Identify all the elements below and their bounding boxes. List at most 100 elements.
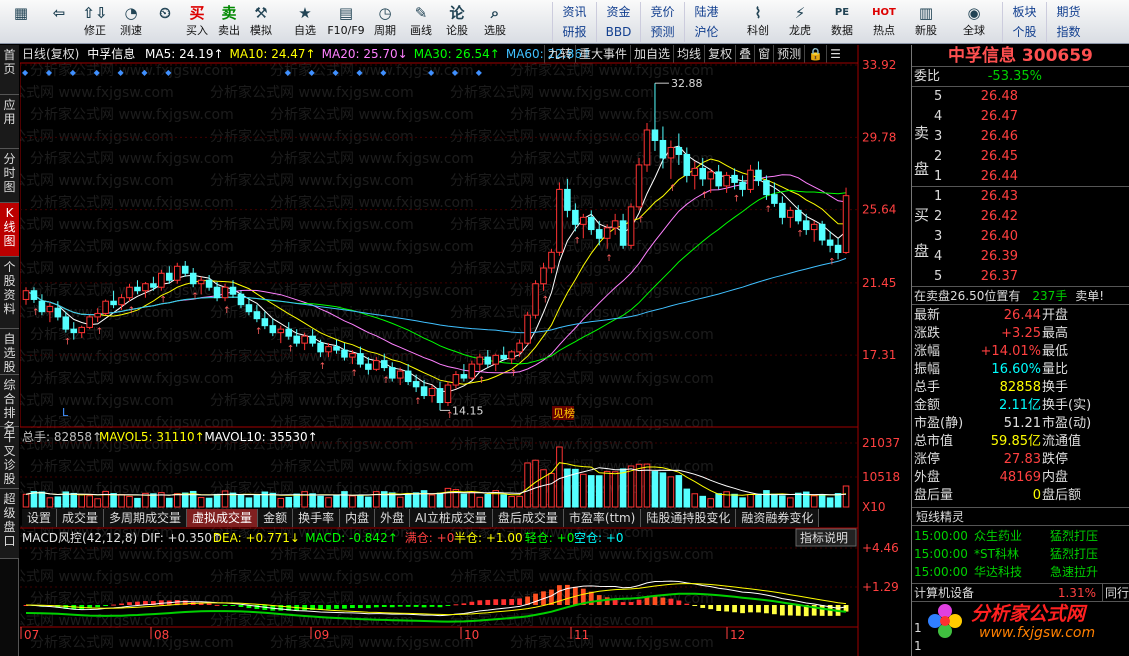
- candle[interactable]: [810, 220, 818, 242]
- toolbar-data-button[interactable]: PE 数据: [822, 2, 862, 42]
- event-marker-icon[interactable]: ◆: [118, 68, 125, 77]
- sprite-row[interactable]: 15:00:00 华达科技 急速拉升: [912, 564, 1129, 580]
- book-row[interactable]: 5 26.48: [934, 87, 1124, 107]
- book-row[interactable]: 2 26.42: [934, 207, 1124, 227]
- indicator-tab-3[interactable]: 虚拟成交量: [187, 509, 259, 527]
- candle[interactable]: [524, 311, 531, 345]
- toolbar-updown-button[interactable]: ⇧⇩ 修正: [78, 2, 112, 42]
- candle[interactable]: [842, 187, 850, 255]
- toolbar-grid-item[interactable]: 指数: [1046, 22, 1090, 42]
- candle[interactable]: [707, 168, 714, 193]
- candle[interactable]: [173, 262, 181, 284]
- event-marker-icon[interactable]: ◆: [428, 68, 435, 77]
- event-marker-icon[interactable]: ◆: [452, 68, 459, 77]
- toolbar-grid-item[interactable]: BBD: [596, 22, 640, 42]
- candle[interactable]: ↑: [667, 140, 676, 194]
- book-row[interactable]: 1 26.44: [934, 167, 1124, 187]
- toolbar-period-button[interactable]: ◷ 周期: [368, 2, 402, 42]
- candle[interactable]: [181, 261, 189, 277]
- indicator-tab-12[interactable]: 融资融券变化: [736, 509, 820, 527]
- indicator-tab-9[interactable]: 盘后成交量: [492, 509, 564, 527]
- candle[interactable]: [643, 123, 651, 172]
- candle[interactable]: [834, 238, 842, 260]
- toolbar-hot-button[interactable]: HOT 热点: [864, 2, 904, 42]
- event-marker-icon[interactable]: ◆: [476, 68, 483, 77]
- toolbar-speed-button[interactable]: ◔ 测速: [114, 2, 148, 42]
- candle[interactable]: [818, 220, 826, 246]
- indicator-tab-5[interactable]: 换手率: [293, 509, 341, 527]
- candle[interactable]: ↑: [794, 205, 804, 239]
- candle[interactable]: [627, 203, 635, 249]
- event-marker-icon[interactable]: ◆: [70, 68, 77, 77]
- toolbar-f10-button[interactable]: ▤ F10/F9: [326, 2, 366, 42]
- toolbar-grid-item[interactable]: 板块: [1002, 2, 1046, 22]
- indicator-tab-10[interactable]: 市盈率(ttm): [563, 509, 642, 527]
- indicator-tab-0[interactable]: 设置: [22, 509, 58, 527]
- toolbar-star-market-button[interactable]: ⌇ 科创: [738, 2, 778, 42]
- event-marker-icon[interactable]: ◆: [333, 68, 340, 77]
- toolbar-globe-button[interactable]: ◉ 全球: [954, 2, 994, 42]
- sidebar-tab-1[interactable]: 应用: [0, 95, 19, 149]
- indicator-tab-4[interactable]: 金额: [258, 509, 294, 527]
- help-button[interactable]: 指标说明: [800, 530, 848, 545]
- candle[interactable]: [492, 353, 500, 372]
- toolbar-new-stock-button[interactable]: ▥ 新股: [906, 2, 946, 42]
- indicator-tab-11[interactable]: 陆股通持股变化: [641, 509, 737, 527]
- event-marker-icon[interactable]: ◆: [309, 68, 316, 77]
- toolbar-grid-item[interactable]: 陆港: [684, 2, 728, 22]
- candle[interactable]: [532, 280, 539, 319]
- toolbar-grid-item[interactable]: 资讯: [552, 2, 596, 22]
- sidebar-tab-8[interactable]: 超级盘口: [0, 489, 19, 559]
- sprite-row[interactable]: 15:00:00 *ST科林 猛烈打压: [912, 546, 1129, 562]
- toolbar-grid-item[interactable]: 个股: [1002, 22, 1046, 42]
- book-row[interactable]: 3 26.46: [934, 127, 1124, 147]
- indicator-tab-8[interactable]: AI立桩成交量: [410, 509, 493, 527]
- sidebar-tab-0[interactable]: 首页: [0, 45, 19, 95]
- book-row[interactable]: 1 26.43: [934, 187, 1124, 207]
- candle[interactable]: [22, 287, 30, 305]
- toolbar-grid-item[interactable]: 预测: [640, 22, 684, 42]
- candle[interactable]: [86, 315, 93, 330]
- candle[interactable]: [404, 364, 412, 386]
- toolbar-dragon-tiger-button[interactable]: ⚡ 龙虎: [780, 2, 820, 42]
- toolbar-grid-item[interactable]: 竞价: [640, 2, 684, 22]
- toolbar-star-button[interactable]: ★ 自选: [286, 2, 324, 42]
- sidebar-tab-6[interactable]: 综合排名: [0, 375, 19, 434]
- toolbar-hammer-button[interactable]: ⚒ 模拟: [246, 2, 276, 42]
- event-marker-icon[interactable]: ◆: [356, 68, 363, 77]
- candle[interactable]: [428, 385, 436, 403]
- toolbar-grid-item[interactable]: 研报: [552, 22, 596, 42]
- candle[interactable]: [556, 182, 563, 256]
- toolbar-back-arrow-button[interactable]: ⇦: [42, 2, 76, 42]
- candle[interactable]: [715, 164, 722, 190]
- toolbar-buy-button[interactable]: 买买入: [182, 2, 212, 42]
- book-row[interactable]: 3 26.40: [934, 227, 1124, 247]
- toolbar-grid-item[interactable]: 期货: [1046, 2, 1090, 22]
- sidebar-tab-2[interactable]: 分时图: [0, 149, 19, 203]
- indicator-tab-1[interactable]: 成交量: [57, 509, 105, 527]
- book-row[interactable]: 4 26.39: [934, 247, 1124, 267]
- toolbar-discuss-button[interactable]: 论论股: [440, 2, 474, 42]
- candle[interactable]: ↑: [635, 157, 645, 225]
- toolbar-clock-button[interactable]: ⏲: [150, 2, 180, 42]
- sprite-row[interactable]: 15:00:00 众生药业 猛烈打压: [912, 528, 1129, 544]
- toolbar-select-stock-button[interactable]: ⌕ 选股: [476, 2, 514, 42]
- candle[interactable]: ↑: [826, 231, 836, 267]
- toolbar-grid-button[interactable]: ▦: [2, 2, 40, 42]
- event-marker-icon[interactable]: ◆: [380, 68, 387, 77]
- event-marker-icon[interactable]: ◆: [285, 68, 292, 77]
- candle[interactable]: [723, 171, 730, 193]
- toolbar-pen-button[interactable]: ✎ 画线: [404, 2, 438, 42]
- candle[interactable]: [102, 299, 109, 316]
- event-marker-icon[interactable]: ◆: [165, 68, 172, 77]
- sidebar-tab-4[interactable]: 个股资料: [0, 257, 19, 329]
- toolbar-grid-item[interactable]: 沪伦: [684, 22, 728, 42]
- toolbar-grid-item[interactable]: 资金: [596, 2, 640, 22]
- indicator-tab-7[interactable]: 外盘: [375, 509, 411, 527]
- book-row[interactable]: 4 26.47: [934, 107, 1124, 127]
- event-marker-icon[interactable]: ◆: [94, 68, 101, 77]
- indicator-tab-6[interactable]: 内盘: [340, 509, 376, 527]
- candle[interactable]: [787, 206, 794, 228]
- event-marker-icon[interactable]: ◆: [46, 68, 53, 77]
- event-marker-icon[interactable]: ◆: [22, 68, 29, 77]
